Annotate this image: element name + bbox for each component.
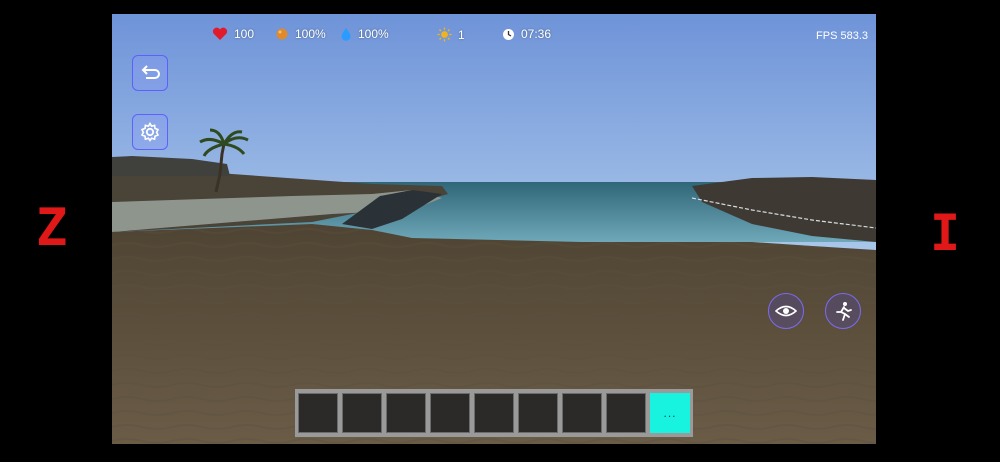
day-value: 1	[458, 27, 465, 42]
water-stat: 100%	[340, 27, 389, 41]
health-value: 100	[234, 27, 255, 41]
heart-icon	[212, 27, 228, 40]
hotbar-slot-2[interactable]	[342, 393, 382, 433]
hud-status-bar: 100 100% 100% 1 07:36 FPS 583.3	[112, 27, 876, 43]
running-person-icon	[836, 302, 852, 321]
undo-arrow-icon	[141, 65, 160, 79]
day-stat: 1	[437, 27, 465, 42]
gear-icon	[140, 122, 160, 142]
hotbar-more-button[interactable]: ...	[650, 393, 690, 433]
water-drop-icon	[341, 28, 351, 41]
right-edge-glyph: I	[930, 204, 961, 262]
hotbar-slot-6[interactable]	[518, 393, 558, 433]
clock-icon	[503, 28, 514, 40]
view-toggle-button[interactable]	[768, 293, 804, 329]
sun-icon	[437, 27, 452, 42]
time-stat: 07:36	[502, 27, 551, 41]
hotbar-slot-7[interactable]	[562, 393, 602, 433]
action-button[interactable]	[825, 293, 861, 329]
time-value: 07:36	[521, 27, 552, 41]
food-icon	[276, 28, 288, 40]
inventory-hotbar: ...	[295, 389, 693, 437]
eye-icon	[775, 305, 797, 317]
game-viewport[interactable]: 100 100% 100% 1 07:36 FPS 583.3 ...	[112, 14, 876, 444]
hotbar-slot-3[interactable]	[386, 393, 426, 433]
left-edge-glyph: Z	[36, 198, 68, 258]
fps-counter: FPS 583.3	[816, 30, 868, 42]
food-value: 100%	[295, 27, 326, 41]
hotbar-slot-1[interactable]	[298, 393, 338, 433]
hotbar-slot-4[interactable]	[430, 393, 470, 433]
settings-button[interactable]	[132, 114, 168, 150]
hotbar-slot-5[interactable]	[474, 393, 514, 433]
food-stat: 100%	[275, 27, 326, 41]
beach-scene[interactable]	[112, 14, 876, 444]
back-button[interactable]	[132, 55, 168, 91]
hotbar-slot-8[interactable]	[606, 393, 646, 433]
health-stat: 100	[212, 27, 254, 41]
water-value: 100%	[358, 27, 389, 41]
